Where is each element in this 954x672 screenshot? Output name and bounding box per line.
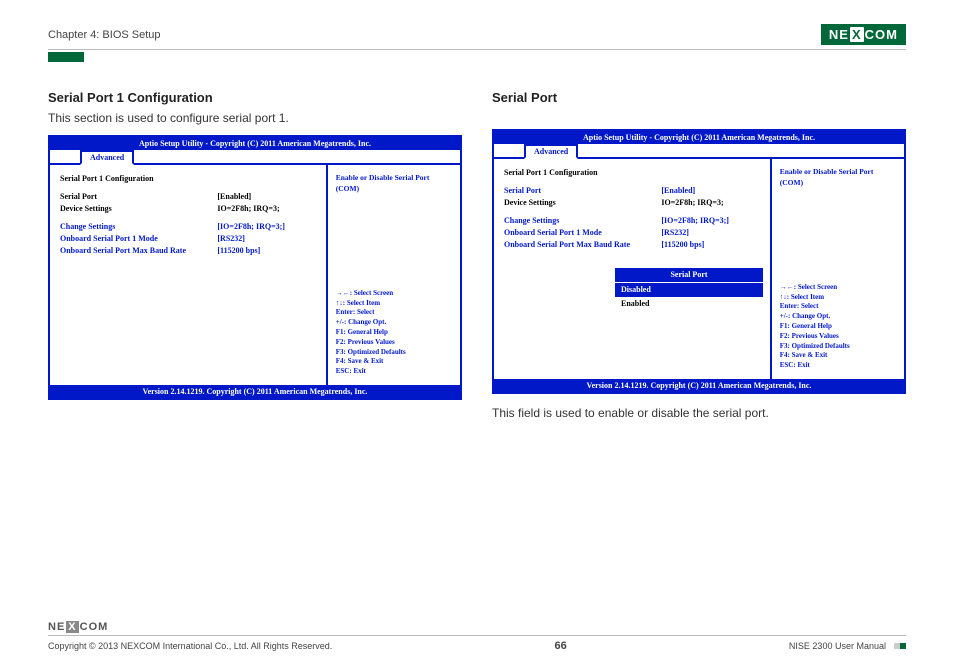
corner-squares-icon bbox=[894, 641, 906, 651]
section-desc-right: This field is used to enable or disable … bbox=[492, 406, 906, 420]
popup-title: Serial Port bbox=[615, 268, 763, 283]
section-desc-left: This section is used to configure serial… bbox=[48, 111, 462, 125]
serial-port-popup: Serial Port Disabled Enabled bbox=[614, 267, 764, 312]
bios-tab-advanced[interactable]: Advanced bbox=[80, 150, 134, 165]
chapter-label: Chapter 4: BIOS Setup bbox=[48, 29, 161, 41]
bios-help-text: Enable or Disable Serial Port (COM) bbox=[780, 167, 896, 188]
bios-header: Aptio Setup Utility - Copyright (C) 2011… bbox=[50, 137, 460, 150]
bios-help-area: Enable or Disable Serial Port (COM) →←: … bbox=[772, 159, 904, 379]
section-title-left: Serial Port 1 Configuration bbox=[48, 90, 462, 105]
bios-row-baud[interactable]: Onboard Serial Port Max Baud Rate [11520… bbox=[60, 245, 316, 257]
bios-row-mode[interactable]: Onboard Serial Port 1 Mode [RS232] bbox=[60, 233, 316, 245]
top-bar: Chapter 4: BIOS Setup NEXCOM bbox=[48, 24, 906, 50]
page-footer: NEXCOM Copyright © 2013 NEXCOM Internati… bbox=[48, 621, 906, 652]
bios-row-change-settings[interactable]: Change Settings [IO=2F8h; IRQ=3;] bbox=[504, 215, 760, 227]
popup-option-enabled[interactable]: Enabled bbox=[615, 297, 763, 311]
bios-row-device-settings: Device Settings IO=2F8h; IRQ=3; bbox=[504, 197, 760, 209]
section-title-right: Serial Port bbox=[492, 90, 906, 105]
bios-panel-right: Aptio Setup Utility - Copyright (C) 2011… bbox=[492, 129, 906, 394]
bios-footer: Version 2.14.1219. Copyright (C) 2011 Am… bbox=[50, 385, 460, 398]
bios-help-area: Enable or Disable Serial Port (COM) →←: … bbox=[328, 165, 460, 385]
bios-panel-left: Aptio Setup Utility - Copyright (C) 2011… bbox=[48, 135, 462, 400]
bios-row-serial-port[interactable]: Serial Port [Enabled] bbox=[504, 185, 760, 197]
bios-tab-advanced[interactable]: Advanced bbox=[524, 144, 578, 159]
bios-settings-area: Serial Port 1 Configuration Serial Port … bbox=[50, 165, 328, 385]
right-column: Serial Port Aptio Setup Utility - Copyri… bbox=[492, 90, 906, 430]
bios-key-help: →←: Select Screen ↑↓: Select Item Enter:… bbox=[780, 283, 896, 371]
footer-logo: NEXCOM bbox=[48, 621, 906, 633]
bios-row-serial-port[interactable]: Serial Port [Enabled] bbox=[60, 191, 316, 203]
nexcom-logo: NEXCOM bbox=[821, 24, 906, 45]
copyright-text: Copyright © 2013 NEXCOM International Co… bbox=[48, 641, 332, 651]
manual-name: NISE 2300 User Manual bbox=[789, 641, 886, 651]
bios-settings-area: Serial Port 1 Configuration Serial Port … bbox=[494, 159, 772, 379]
green-accent bbox=[48, 52, 84, 62]
bios-tabs: Advanced bbox=[494, 144, 904, 159]
page-number: 66 bbox=[554, 640, 566, 652]
bios-footer: Version 2.14.1219. Copyright (C) 2011 Am… bbox=[494, 379, 904, 392]
bios-section-heading: Serial Port 1 Configuration bbox=[60, 173, 316, 185]
bios-tabs: Advanced bbox=[50, 150, 460, 165]
bios-header: Aptio Setup Utility - Copyright (C) 2011… bbox=[494, 131, 904, 144]
bios-help-text: Enable or Disable Serial Port (COM) bbox=[336, 173, 452, 194]
bios-section-heading: Serial Port 1 Configuration bbox=[504, 167, 760, 179]
bios-row-mode[interactable]: Onboard Serial Port 1 Mode [RS232] bbox=[504, 227, 760, 239]
bios-key-help: →←: Select Screen ↑↓: Select Item Enter:… bbox=[336, 289, 452, 377]
bios-row-baud[interactable]: Onboard Serial Port Max Baud Rate [11520… bbox=[504, 239, 760, 251]
bios-row-change-settings[interactable]: Change Settings [IO=2F8h; IRQ=3;] bbox=[60, 221, 316, 233]
left-column: Serial Port 1 Configuration This section… bbox=[48, 90, 462, 430]
bios-row-device-settings: Device Settings IO=2F8h; IRQ=3; bbox=[60, 203, 316, 215]
popup-option-disabled[interactable]: Disabled bbox=[615, 283, 763, 297]
